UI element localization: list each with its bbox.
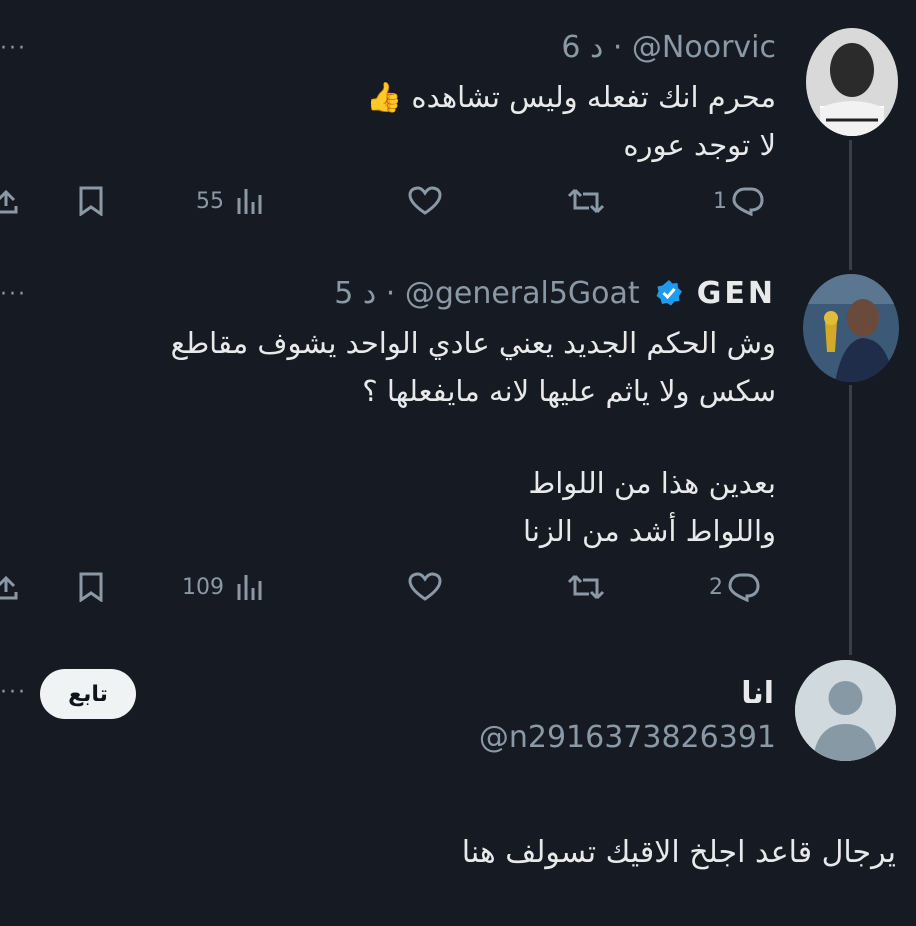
reply-button[interactable]: 1 <box>713 186 765 216</box>
verified-badge-icon <box>656 280 683 306</box>
share-icon[interactable] <box>0 570 20 600</box>
reply-count: 1 <box>713 188 727 214</box>
more-options-icon[interactable]: ··· <box>0 680 27 705</box>
avatar[interactable] <box>806 28 898 136</box>
reply-count: 2 <box>709 574 723 600</box>
tweet-time: 6 د <box>561 30 604 65</box>
tweet-text-line: سكس ولا ياثم عليها لانه مايفعلها ؟ <box>362 374 776 408</box>
reply-button[interactable]: 2 <box>709 572 761 602</box>
like-icon[interactable] <box>408 186 442 216</box>
bookmark-icon[interactable] <box>77 572 105 602</box>
more-options-icon[interactable]: ··· <box>0 36 27 61</box>
retweet-icon[interactable] <box>566 186 606 216</box>
tweet-handle[interactable]: @Noorvic <box>632 30 776 65</box>
reply-user-handle[interactable]: @n2916373826391 <box>479 720 776 755</box>
views-button[interactable]: 109 <box>182 572 266 602</box>
tweet-meta: 5 د · @general5Goat GEN <box>334 276 776 311</box>
reply-icon <box>732 187 764 216</box>
share-icon[interactable] <box>0 184 20 214</box>
tweet-text-line: بعدين هذا من اللواط <box>528 466 776 500</box>
views-icon <box>237 189 262 214</box>
avatar[interactable] <box>803 274 899 382</box>
follow-button[interactable]: تابع <box>40 669 136 719</box>
reply-icon <box>728 573 760 602</box>
tweet-text-line: واللواط أشد من الزنا <box>523 514 776 548</box>
reply-text: يرجال قاعد اجلخ الاقيك تسولف هنا <box>461 835 896 870</box>
reply-user-name[interactable]: انا <box>741 676 774 711</box>
views-count: 55 <box>196 188 224 214</box>
tweet-meta: 6 د · @Noorvic <box>561 30 776 65</box>
more-options-icon[interactable]: ··· <box>0 282 27 307</box>
like-icon[interactable] <box>408 572 442 602</box>
default-avatar-icon[interactable] <box>795 660 896 761</box>
views-count: 109 <box>182 574 224 600</box>
tweet-text-line: محرم انك تفعله وليس تشاهده 👍 <box>366 80 776 114</box>
views-button[interactable]: 55 <box>196 186 266 216</box>
views-icon <box>237 575 262 600</box>
tweet-time: 5 د <box>334 276 377 311</box>
thread-line-1 <box>849 140 852 270</box>
retweet-icon[interactable] <box>566 572 606 602</box>
thread-line-2 <box>849 385 852 655</box>
tweet-text-line: لا توجد عوره <box>623 128 776 162</box>
tweet-text-line: وش الحكم الجديد يعني عادي الواحد يشوف مق… <box>170 326 776 360</box>
display-name[interactable]: GEN <box>697 276 776 311</box>
bookmark-icon[interactable] <box>77 186 105 216</box>
tweet-handle[interactable]: @general5Goat <box>405 276 640 311</box>
